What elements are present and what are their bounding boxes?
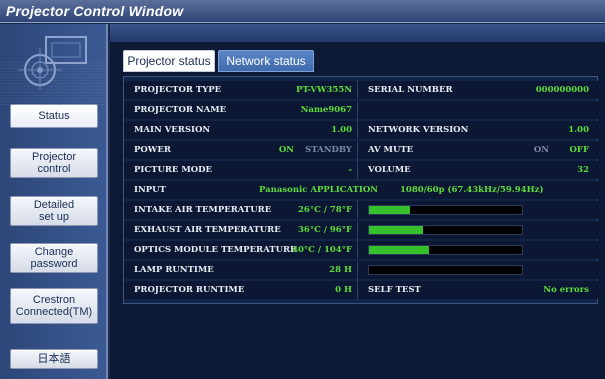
serial-number-value: 000000000 (535, 85, 589, 95)
network-version-value: 1.00 (568, 125, 589, 135)
row-intake-temperature: INTAKE AIR TEMPERATURE 26°C / 78°F (124, 201, 599, 219)
main-version-value: 1.00 (331, 125, 352, 135)
self-test-value: No errors (543, 285, 589, 295)
projector-type-value: PT-VW355N (296, 85, 352, 95)
picture-mode-label: PICTURE MODE (134, 165, 213, 175)
lamp-runtime-bar (368, 265, 523, 275)
intake-temperature-value: 26°C / 78°F (298, 205, 352, 215)
serial-number-label: SERIAL NUMBER (368, 85, 453, 95)
row-power: POWER ON STANDBY AV MUTE ON OFF (124, 141, 599, 159)
row-picture-mode: PICTURE MODE - VOLUME 32 (124, 161, 599, 179)
japanese-language-button[interactable]: 日本語 (10, 349, 98, 369)
title-bar: Projector Control Window (0, 0, 605, 23)
lamp-runtime-value: 28 H (329, 265, 352, 275)
main-version-label: MAIN VERSION (134, 125, 211, 135)
input-label: INPUT (134, 185, 166, 195)
intake-temperature-bar (368, 205, 523, 215)
row-optics-temperature: OPTICS MODULE TEMPERATURE 40°C / 104°F (124, 241, 599, 259)
input-value: Panasonic APPLICATION (259, 185, 379, 195)
row-input: INPUT Panasonic APPLICATION 1080/60p (67… (124, 181, 599, 199)
volume-value: 32 (577, 165, 589, 175)
status-button[interactable]: Status (10, 104, 98, 128)
column-separator (357, 161, 358, 179)
tab-network-status[interactable]: Network status (218, 50, 314, 72)
row-projector-type: PROJECTOR TYPE PT-VW355N SERIAL NUMBER 0… (124, 81, 599, 99)
status-panel: PROJECTOR TYPE PT-VW355N SERIAL NUMBER 0… (123, 76, 599, 304)
column-separator (357, 201, 358, 219)
volume-label: VOLUME (368, 165, 411, 175)
projector-runtime-value: 0 H (335, 285, 352, 295)
self-test-label: SELF TEST (368, 285, 421, 295)
optics-temperature-bar (368, 245, 523, 255)
power-standby-value: STANDBY (305, 145, 352, 155)
projector-logo-icon (18, 36, 87, 90)
projector-type-label: PROJECTOR TYPE (134, 85, 222, 95)
intake-temperature-bar-fill (369, 206, 411, 214)
power-label: POWER (134, 145, 171, 155)
row-exhaust-temperature: EXHAUST AIR TEMPERATURE 36°C / 96°F (124, 221, 599, 239)
column-separator (357, 121, 358, 139)
projector-name-label: PROJECTOR NAME (134, 105, 227, 115)
row-projector-name: PROJECTOR NAME Name9067 (124, 101, 599, 119)
main-header-band (110, 24, 605, 42)
av-mute-on-value: ON (533, 145, 549, 155)
row-lamp-runtime: LAMP RUNTIME 28 H (124, 261, 599, 279)
picture-mode-value: - (348, 165, 352, 175)
network-version-label: NETWORK VERSION (368, 125, 469, 135)
av-mute-off-value: OFF (569, 145, 589, 155)
change-password-button[interactable]: Change password (10, 243, 98, 273)
tab-projector-status[interactable]: Projector status (123, 50, 215, 72)
power-on-value: ON (278, 145, 294, 155)
crestron-connected-button[interactable]: Crestron Connected(TM) (10, 288, 98, 324)
sidebar: Status Projector control Detailed set up… (0, 24, 108, 379)
optics-temperature-bar-fill (369, 246, 429, 254)
row-projector-runtime: PROJECTOR RUNTIME 0 H SELF TEST No error… (124, 281, 599, 299)
window-title: Projector Control Window (6, 3, 184, 19)
column-separator (357, 141, 358, 159)
column-separator (357, 261, 358, 279)
column-separator (357, 221, 358, 239)
exhaust-temperature-bar (368, 225, 523, 235)
projector-runtime-label: PROJECTOR RUNTIME (134, 285, 245, 295)
column-separator (357, 101, 358, 119)
row-main-version: MAIN VERSION 1.00 NETWORK VERSION 1.00 (124, 121, 599, 139)
column-separator (357, 281, 358, 299)
exhaust-temperature-bar-fill (369, 226, 423, 234)
av-mute-label: AV MUTE (368, 145, 414, 155)
detailed-setup-button[interactable]: Detailed set up (10, 196, 98, 226)
column-separator (357, 241, 358, 259)
optics-temperature-value: 40°C / 104°F (292, 245, 352, 255)
lamp-runtime-label: LAMP RUNTIME (134, 265, 214, 275)
projector-control-button[interactable]: Projector control (10, 148, 98, 178)
exhaust-temperature-value: 36°C / 96°F (298, 225, 352, 235)
input-signal-value: 1080/60p (67.43kHz/59.94Hz) (400, 185, 544, 195)
projector-name-value: Name9067 (300, 105, 352, 115)
column-separator (357, 81, 358, 99)
tab-bar: Projector status Network status (110, 42, 605, 76)
main-area: Projector status Network status PROJECTO… (110, 24, 605, 379)
